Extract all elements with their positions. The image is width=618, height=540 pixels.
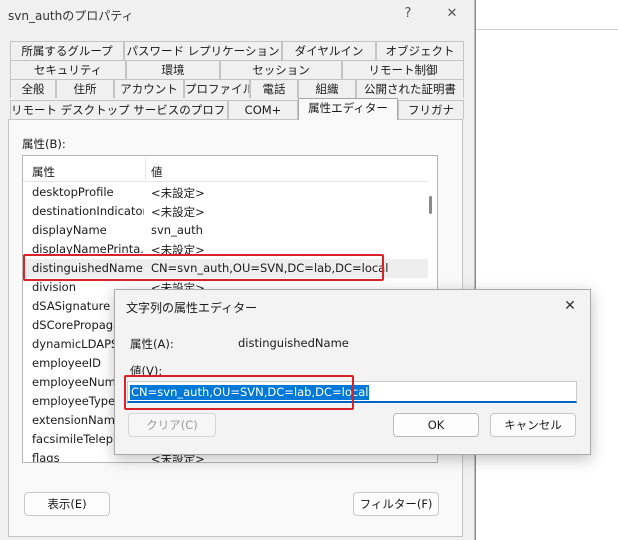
tab-remote-control[interactable]: リモート制御	[342, 60, 464, 79]
tab-dial-in[interactable]: ダイヤルイン	[282, 41, 376, 60]
tab-organization[interactable]: 組織	[298, 79, 356, 98]
tab-object[interactable]: オブジェクト	[376, 41, 464, 60]
vertical-scrollbar[interactable]	[429, 196, 432, 214]
list-row[interactable]: destinationIndicator <未設定>	[23, 202, 428, 221]
attribute-label: 属性(A):	[130, 337, 174, 351]
properties-dialog: svn_authのプロパティ ? ✕ 所属するグループ パスワード レプリケーシ…	[0, 0, 475, 540]
tab-rds-profile[interactable]: リモート デスクトップ サービスのプロファイル	[10, 100, 228, 119]
filter-button[interactable]: フィルター(F)	[353, 492, 439, 516]
tab-sessions[interactable]: セッション	[220, 60, 342, 79]
tab-member-of[interactable]: 所属するグループ	[10, 41, 124, 60]
string-attribute-editor-dialog: 文字列の属性エディター ✕ 属性(A): distinguishedName 値…	[114, 289, 591, 455]
dialog-title: svn_authのプロパティ	[8, 9, 134, 23]
list-row[interactable]: desktopProfile <未設定>	[23, 183, 428, 202]
tab-telephones[interactable]: 電話	[250, 79, 298, 98]
list-header: 属性 値	[23, 156, 428, 182]
background-window-strip	[476, 0, 618, 30]
column-divider[interactable]	[145, 158, 146, 180]
column-header-attribute[interactable]: 属性	[32, 164, 55, 180]
list-row-selected[interactable]: distinguishedName CN=svn_auth,OU=SVN,DC=l…	[23, 259, 428, 278]
attributes-label: 属性(B):	[22, 137, 66, 151]
tab-environment[interactable]: 環境	[126, 60, 220, 79]
tab-address[interactable]: 住所	[56, 79, 114, 98]
close-icon[interactable]: ✕	[440, 4, 464, 24]
background-window	[475, 0, 618, 540]
clear-button[interactable]: クリア(C)	[128, 413, 216, 437]
tab-profile[interactable]: プロファイル	[184, 79, 250, 98]
attribute-name-value: distinguishedName	[238, 336, 349, 350]
tab-password-replication[interactable]: パスワード レプリケーション	[124, 41, 282, 60]
tab-general[interactable]: 全般	[10, 79, 56, 98]
selected-text: CN=svn_auth,OU=SVN,DC=lab,DC=local	[130, 385, 370, 400]
cancel-button[interactable]: キャンセル	[490, 413, 576, 437]
tab-furigana[interactable]: フリガナ	[398, 100, 464, 119]
tab-account[interactable]: アカウント	[114, 79, 184, 98]
editor-title: 文字列の属性エディター	[126, 301, 258, 315]
tab-com-plus[interactable]: COM+	[228, 100, 298, 119]
tab-attribute-editor[interactable]: 属性エディター	[298, 98, 398, 120]
tab-published-certificates[interactable]: 公開された証明書	[356, 79, 464, 98]
list-row[interactable]: displayNamePrinta... <未設定>	[23, 240, 428, 259]
ok-button[interactable]: OK	[393, 413, 479, 437]
close-icon[interactable]: ✕	[558, 296, 582, 316]
help-icon[interactable]: ?	[396, 4, 420, 24]
value-input[interactable]: CN=svn_auth,OU=SVN,DC=lab,DC=local	[127, 381, 577, 403]
column-header-value[interactable]: 値	[151, 164, 163, 180]
list-row[interactable]: displayName svn_auth	[23, 221, 428, 240]
view-button[interactable]: 表示(E)	[24, 492, 110, 516]
tab-security[interactable]: セキュリティ	[10, 60, 126, 79]
value-label: 値(V):	[130, 364, 163, 378]
